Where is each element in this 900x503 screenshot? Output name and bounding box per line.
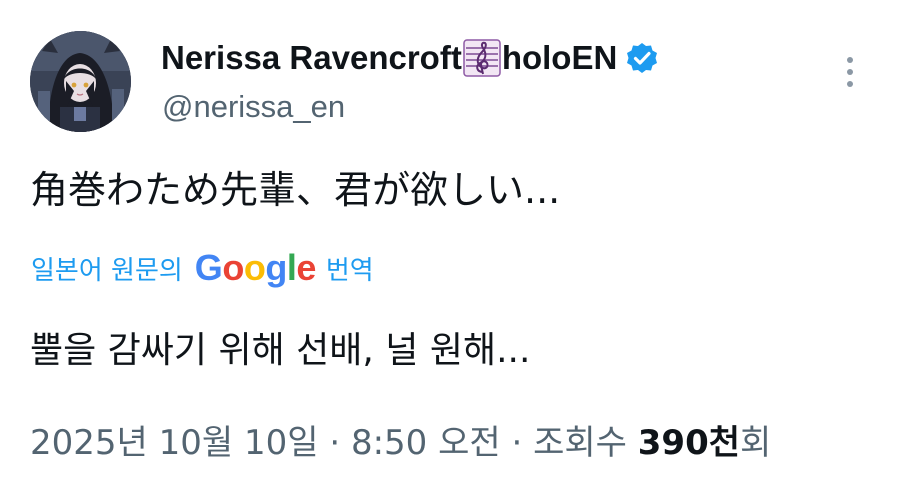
- google-logo-letter: e: [296, 247, 316, 288]
- tweet-text: 角巻わため先輩、君が欲しい...: [30, 168, 561, 212]
- google-logo-letter: G: [194, 247, 223, 288]
- views-count-value: 390천: [637, 423, 741, 463]
- views-count: 390천: [638, 423, 740, 463]
- views-label-suffix: 회: [740, 423, 772, 463]
- translation-prefix[interactable]: 일본어 원문의: [31, 250, 183, 287]
- musical-score-emoji-icon: [463, 38, 501, 78]
- tweet-time[interactable]: 8:50 오전: [351, 423, 501, 463]
- translation-suffix[interactable]: 번역: [326, 250, 374, 287]
- meta-separator: ·: [329, 423, 341, 463]
- translation-attribution[interactable]: 일본어 원문의 G o o g l e 번역: [31, 247, 374, 289]
- views-label: 조회수: [533, 423, 627, 463]
- tweet-meta: 2025년 10월 10일 · 8:50 오전 · 조회수 390천회: [30, 420, 771, 466]
- google-logo-letter: g: [265, 247, 287, 288]
- author-name-suffix: holoEN: [501, 39, 618, 76]
- google-logo-letter: o: [243, 247, 266, 288]
- meta-separator: ·: [511, 423, 523, 463]
- author-name-text: Nerissa Ravencroft: [161, 39, 462, 76]
- avatar[interactable]: [30, 31, 131, 132]
- google-logo-letter: l: [286, 247, 297, 288]
- more-vertical-icon[interactable]: [838, 54, 862, 90]
- tweet-date[interactable]: 2025년 10월 10일: [30, 423, 319, 463]
- google-logo: G o o g l e: [194, 247, 317, 289]
- tweet: Nerissa Ravencroft holoEN @nerissa_en 角巻…: [0, 0, 900, 503]
- author-display-name[interactable]: Nerissa Ravencroft holoEN: [161, 36, 659, 80]
- author-handle[interactable]: @nerissa_en: [162, 86, 345, 128]
- google-logo-letter: o: [222, 247, 244, 288]
- avatar-image: [30, 31, 131, 132]
- translated-text: 뿔을 감싸기 위해 선배, 널 원해...: [30, 330, 531, 371]
- verified-badge-icon: [625, 41, 659, 75]
